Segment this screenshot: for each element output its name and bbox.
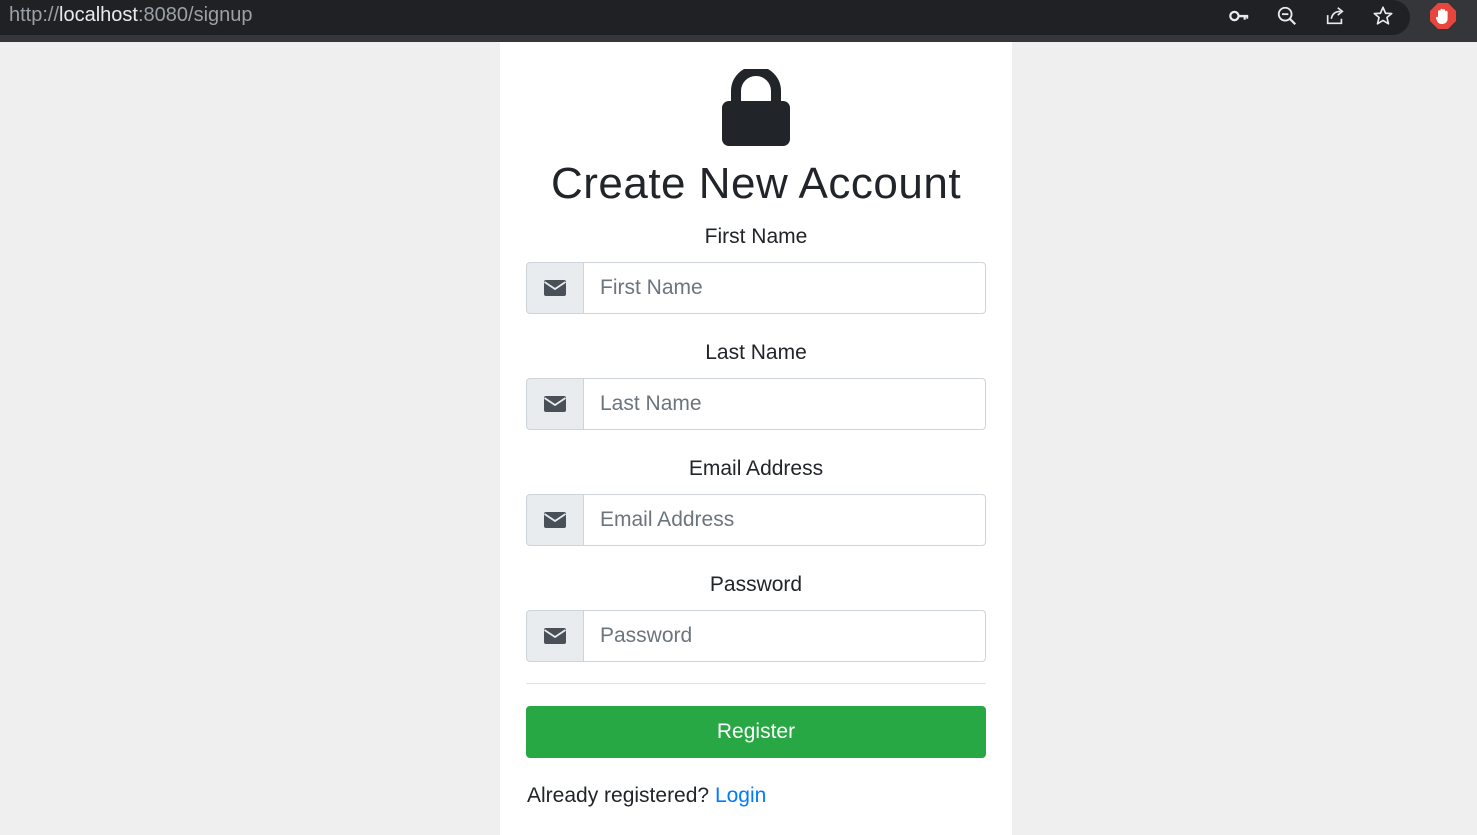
- star-icon[interactable]: [1370, 3, 1396, 29]
- extension-stop-icon[interactable]: [1429, 2, 1457, 30]
- login-prompt-text: Already registered?: [527, 784, 710, 807]
- last-name-label: Last Name: [705, 341, 807, 364]
- first-name-group: [526, 262, 986, 314]
- first-name-input[interactable]: [583, 262, 986, 314]
- first-name-label: First Name: [704, 225, 808, 248]
- lock-icon: [722, 66, 790, 146]
- login-prompt: Already registered? Login: [527, 783, 766, 809]
- url-host: localhost: [59, 4, 138, 26]
- envelope-icon: [526, 610, 583, 662]
- key-icon[interactable]: [1226, 3, 1252, 29]
- url-scheme: http://: [9, 4, 60, 26]
- url-path: :8080/signup: [137, 4, 253, 26]
- form-divider: [526, 683, 986, 684]
- envelope-icon: [526, 262, 583, 314]
- envelope-icon: [526, 494, 583, 546]
- register-button[interactable]: Register: [526, 706, 986, 758]
- password-group: [526, 610, 986, 662]
- password-input[interactable]: [583, 610, 986, 662]
- url-text[interactable]: http://localhost:8080/signup: [9, 3, 253, 27]
- address-bar[interactable]: http://localhost:8080/signup: [0, 0, 1410, 35]
- browser-toolbar: http://localhost:8080/signup: [0, 0, 1477, 42]
- password-label: Password: [709, 573, 803, 596]
- login-link[interactable]: Login: [715, 784, 766, 807]
- last-name-group: [526, 378, 986, 430]
- envelope-icon: [526, 378, 583, 430]
- email-group: [526, 494, 986, 546]
- last-name-input[interactable]: [583, 378, 986, 430]
- page-title: Create New Account: [550, 159, 962, 208]
- email-label: Email Address: [688, 457, 824, 480]
- zoom-out-icon[interactable]: [1274, 3, 1300, 29]
- share-icon[interactable]: [1322, 3, 1348, 29]
- email-input[interactable]: [583, 494, 986, 546]
- signup-card: Create New Account First Name Last Name …: [500, 42, 1012, 835]
